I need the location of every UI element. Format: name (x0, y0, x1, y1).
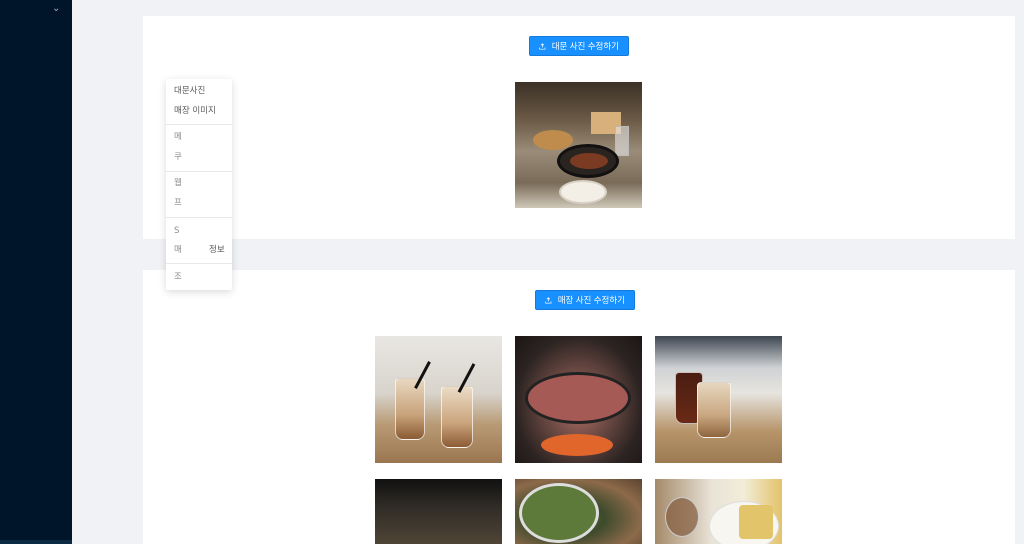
anchor-item-store-info[interactable]: 매 (174, 245, 182, 256)
anchor-item-label: 프 (174, 198, 182, 208)
store-photo (375, 336, 502, 463)
anchor-item-label: 매 (174, 245, 182, 255)
anchor-item-store-info-suffix: 정보 (209, 245, 225, 255)
divider (166, 171, 232, 172)
divider (166, 217, 232, 218)
edit-store-photos-label: 매장 사진 수정하기 (557, 295, 625, 305)
anchor-item-coupon[interactable]: 쿠 (174, 152, 182, 163)
sidebar: ⌄ (0, 0, 72, 544)
anchor-item-sns[interactable]: S (174, 226, 182, 237)
upload-icon (545, 296, 552, 304)
anchor-item-store-image[interactable]: 매장 이미지 (174, 106, 216, 117)
anchor-item-label: 조 (174, 272, 182, 282)
anchor-item-menu[interactable]: 메 (174, 132, 182, 143)
anchor-item-label: S (174, 226, 180, 236)
edit-store-photos-button[interactable]: 매장 사진 수정하기 (535, 290, 635, 310)
anchor-item-profile[interactable]: 프 (174, 198, 182, 209)
store-photo (655, 479, 782, 544)
divider (166, 124, 232, 125)
edit-main-photo-button[interactable]: 대문 사진 수정하기 (529, 36, 629, 56)
sidebar-footer (0, 540, 72, 544)
store-photo (515, 479, 642, 544)
store-photo (375, 479, 502, 544)
anchor-item-web[interactable]: 웹 (174, 178, 182, 189)
edit-main-photo-label: 대문 사진 수정하기 (551, 41, 619, 51)
store-photo (655, 336, 782, 463)
anchor-item-label: 메 (174, 132, 182, 142)
store-photo (515, 336, 642, 463)
chevron-down-icon[interactable]: ⌄ (52, 4, 60, 14)
anchor-menu: 대문사진 매장 이미지 메 쿠 웹 프 S 매 정보 조 (166, 79, 232, 290)
anchor-item-label: 쿠 (174, 152, 182, 162)
anchor-item-inquiry[interactable]: 조 (174, 272, 182, 283)
divider (166, 263, 232, 264)
anchor-item-label: 웹 (174, 178, 182, 188)
main-photo (515, 82, 642, 208)
anchor-item-main-photo[interactable]: 대문사진 (174, 86, 205, 97)
upload-icon (539, 42, 546, 50)
